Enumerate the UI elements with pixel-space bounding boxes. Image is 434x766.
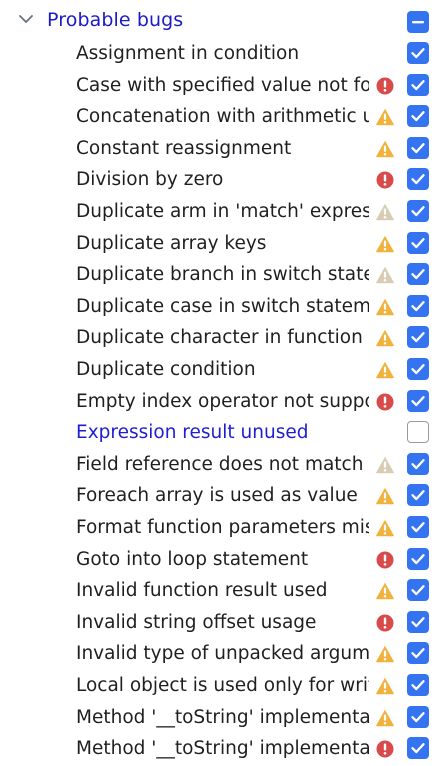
inspection-label: Expression result unused bbox=[76, 422, 309, 444]
inspection-label: Format function parameters mis bbox=[76, 517, 369, 538]
inspection-label: Invalid type of unpacked argume bbox=[76, 643, 369, 665]
inspection-row[interactable]: Case with specified value not fo bbox=[0, 71, 434, 103]
inspection-label: Goto into loop statement bbox=[76, 548, 309, 570]
error-icon bbox=[375, 170, 395, 190]
inspection-checkbox[interactable] bbox=[407, 705, 429, 728]
warning-icon bbox=[375, 328, 395, 348]
inspection-label: Duplicate character in function c bbox=[76, 327, 369, 349]
inspection-row[interactable]: Invalid type of unpacked argume bbox=[0, 639, 434, 671]
warning-icon bbox=[375, 360, 395, 380]
inspection-label: Foreach array is used as value bbox=[76, 485, 358, 507]
inspection-checkbox[interactable] bbox=[407, 136, 429, 159]
inspection-label: Constant reassignment bbox=[76, 137, 292, 159]
inspection-row[interactable]: Expression result unused bbox=[0, 418, 434, 450]
weak-warning-icon bbox=[375, 455, 395, 475]
inspection-row[interactable]: Duplicate array keys bbox=[0, 229, 434, 261]
inspection-row[interactable]: Duplicate arm in 'match' express bbox=[0, 197, 434, 229]
inspection-row[interactable]: Foreach array is used as value bbox=[0, 481, 434, 513]
inspection-label: Duplicate arm in 'match' express bbox=[76, 201, 369, 222]
warning-icon bbox=[375, 234, 395, 254]
inspection-label: Local object is used only for writ bbox=[76, 675, 369, 696]
inspection-label: Field reference does not match c bbox=[76, 453, 369, 475]
inspection-checkbox[interactable] bbox=[407, 421, 429, 444]
weak-warning-icon bbox=[375, 202, 395, 222]
inspection-checkbox[interactable] bbox=[407, 452, 429, 475]
inspection-row[interactable]: Constant reassignment bbox=[0, 134, 434, 166]
inspection-checkbox[interactable] bbox=[407, 263, 429, 286]
weak-warning-icon bbox=[375, 265, 395, 285]
inspection-label: Invalid string offset usage bbox=[76, 611, 317, 633]
inspection-checkbox[interactable] bbox=[407, 484, 429, 507]
inspection-checkbox[interactable] bbox=[407, 610, 429, 633]
inspection-checkbox[interactable] bbox=[407, 674, 429, 696]
warning-icon bbox=[375, 107, 395, 127]
inspection-label: Duplicate condition bbox=[76, 359, 256, 380]
inspection-label: Division by zero bbox=[76, 169, 224, 191]
inspection-row[interactable]: Field reference does not match c bbox=[0, 450, 434, 482]
warning-icon bbox=[375, 518, 395, 538]
inspection-row[interactable]: Duplicate condition bbox=[0, 355, 434, 387]
warning-icon bbox=[375, 644, 395, 664]
inspection-label: Duplicate branch in switch state bbox=[76, 264, 369, 286]
inspection-checkbox[interactable] bbox=[407, 231, 429, 254]
inspection-checkbox[interactable] bbox=[407, 105, 429, 128]
group-checkbox[interactable] bbox=[407, 11, 429, 33]
inspection-row[interactable]: Duplicate character in function c bbox=[0, 323, 434, 355]
inspection-label: Empty index operator not suppo bbox=[76, 390, 369, 412]
inspection-label: Case with specified value not fo bbox=[76, 74, 369, 96]
inspection-checkbox[interactable] bbox=[407, 42, 429, 64]
inspection-row[interactable]: Duplicate branch in switch state bbox=[0, 260, 434, 292]
inspection-checkbox[interactable] bbox=[407, 294, 429, 317]
inspection-checkbox[interactable] bbox=[407, 73, 429, 96]
warning-icon bbox=[375, 297, 395, 317]
inspection-row[interactable]: Method '__toString' implementat bbox=[0, 703, 434, 735]
inspection-row[interactable]: Assignment in condition bbox=[0, 39, 434, 71]
inspection-row[interactable]: Invalid string offset usage bbox=[0, 608, 434, 640]
inspection-label: Duplicate array keys bbox=[76, 232, 267, 254]
error-icon bbox=[375, 550, 395, 570]
error-icon bbox=[375, 76, 395, 96]
inspection-row[interactable]: Concatenation with arithmetic u bbox=[0, 102, 434, 134]
inspection-checkbox[interactable] bbox=[407, 326, 429, 349]
inspection-checkbox[interactable] bbox=[407, 516, 429, 538]
inspection-row[interactable]: Empty index operator not suppo bbox=[0, 387, 434, 419]
inspection-row[interactable]: Local object is used only for writ bbox=[0, 671, 434, 703]
inspection-row[interactable]: Goto into loop statement bbox=[0, 545, 434, 577]
inspection-checkbox[interactable] bbox=[407, 547, 429, 570]
inspection-label: Method '__toString' implementat bbox=[76, 706, 369, 728]
inspection-label: Concatenation with arithmetic u bbox=[76, 106, 369, 128]
inspection-row[interactable]: Duplicate case in switch stateme bbox=[0, 292, 434, 324]
inspection-row[interactable]: Method '__toString' implementat bbox=[0, 734, 434, 766]
group-header-probable-bugs[interactable]: Probable bugs bbox=[0, 7, 434, 38]
inspection-checkbox[interactable] bbox=[407, 642, 429, 665]
error-icon bbox=[375, 613, 395, 633]
inspection-checkbox[interactable] bbox=[407, 389, 429, 412]
group-label: Probable bugs bbox=[47, 9, 184, 31]
inspection-row[interactable]: Format function parameters mis bbox=[0, 513, 434, 545]
inspection-checkbox[interactable] bbox=[407, 358, 429, 380]
warning-icon bbox=[375, 676, 395, 696]
warning-icon bbox=[375, 486, 395, 506]
inspection-label: Duplicate case in switch stateme bbox=[76, 295, 369, 317]
inspection-label: Method '__toString' implementat bbox=[76, 738, 369, 760]
warning-icon bbox=[375, 581, 395, 601]
inspection-checkbox[interactable] bbox=[407, 737, 429, 760]
inspection-checkbox[interactable] bbox=[407, 579, 429, 602]
chevron-down-icon[interactable] bbox=[18, 11, 34, 27]
inspection-label: Invalid function result used bbox=[76, 580, 328, 602]
error-icon bbox=[375, 392, 395, 412]
inspection-row[interactable]: Invalid function result used bbox=[0, 576, 434, 608]
inspection-checkbox[interactable] bbox=[407, 168, 429, 191]
inspection-checkbox[interactable] bbox=[407, 200, 429, 222]
inspection-label: Assignment in condition bbox=[76, 43, 300, 64]
error-icon bbox=[375, 739, 395, 759]
warning-icon bbox=[375, 139, 395, 159]
warning-icon bbox=[375, 708, 395, 728]
inspection-row[interactable]: Division by zero bbox=[0, 165, 434, 197]
